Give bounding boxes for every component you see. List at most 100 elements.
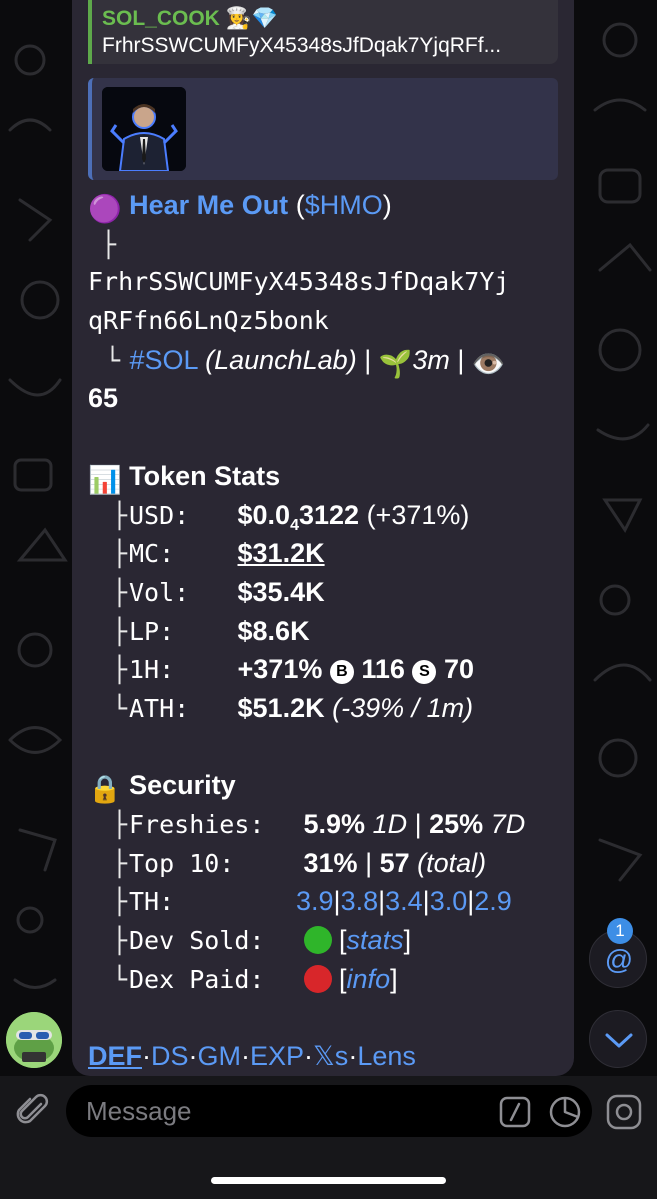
- green-status-icon: [303, 926, 332, 955]
- security-label: Freshies:: [129, 810, 265, 839]
- freshies-separator: |: [407, 809, 430, 839]
- camera-icon[interactable]: [605, 1093, 643, 1131]
- reply-quote[interactable]: SOL_COOK 👩‍🍳💎 FrhrSSWCUMFyX45348sJfDqak7…: [88, 0, 558, 64]
- tree-branch: ├: [111, 926, 127, 956]
- tree-branch: ├: [111, 887, 127, 917]
- view-count: 65: [88, 383, 119, 414]
- tree-branch: ├: [111, 577, 127, 607]
- message-body: 🟣 Hear Me Out ($HMO) ├ FrhrSSWCUMFyX4534…: [88, 186, 558, 1076]
- stat-label: Vol:: [129, 577, 190, 607]
- stat-row-mc: ├MC: $31.2K: [88, 534, 558, 573]
- top10-percent: 31%: [303, 847, 358, 878]
- ticker-open: (: [288, 190, 305, 220]
- meta-separator: |: [356, 344, 379, 375]
- security-row-top10: ├Top 10: 31% | 57 (total): [88, 844, 558, 883]
- usd-price-zero-count: 4: [290, 516, 299, 534]
- link-separator: ·: [241, 1041, 251, 1072]
- liquidity-value: $8.6K: [237, 615, 310, 646]
- token-title-line: 🟣 Hear Me Out ($HMO): [88, 186, 558, 225]
- stat-label: USD:: [129, 500, 190, 530]
- dev-sold-stats-link[interactable]: stats: [347, 925, 404, 955]
- lock-icon: 🔒: [88, 774, 122, 805]
- bracket: ]: [403, 925, 412, 956]
- platform-label: (LaunchLab): [205, 344, 357, 375]
- token-age: 3m: [412, 344, 450, 375]
- link-xs[interactable]: 𝕏s: [313, 1041, 348, 1071]
- man-in-suit-illustration: [102, 87, 186, 171]
- top-holder-link[interactable]: 3.9: [296, 886, 334, 916]
- stat-label: LP:: [129, 616, 175, 646]
- tree-branch: ├: [111, 655, 127, 685]
- bracket: ]: [390, 963, 398, 994]
- scroll-to-bottom-button[interactable]: [589, 1010, 647, 1068]
- tree-end: └: [104, 345, 120, 375]
- usd-price-prefix: $0.0: [237, 499, 291, 530]
- usd-price-digits: 3122: [298, 499, 360, 530]
- security-title: Security: [129, 770, 236, 801]
- link-separator: ·: [348, 1041, 358, 1072]
- buys-icon: B: [329, 660, 354, 685]
- stat-label: 1H:: [129, 655, 175, 685]
- stat-row-ath: └ATH: $51.2K (-39% / 1m): [88, 689, 558, 728]
- preview-thumbnail-image[interactable]: [102, 87, 186, 171]
- mentions-badge: 1: [607, 918, 633, 944]
- link-preview[interactable]: [88, 78, 558, 180]
- top-holder-link[interactable]: 2.9: [474, 886, 512, 916]
- link-ds[interactable]: DS: [151, 1041, 189, 1071]
- sender-avatar[interactable]: [6, 1012, 62, 1068]
- eye-icon: 👁️: [471, 348, 506, 379]
- tree-end: └: [111, 693, 127, 723]
- reply-sender-name: SOL_COOK 👩‍🍳💎: [102, 7, 278, 30]
- security-label: Dev Sold:: [129, 926, 265, 956]
- red-status-icon: [303, 964, 332, 993]
- link-gm[interactable]: GM: [198, 1041, 242, 1071]
- freshies-1d-label: 1D: [372, 809, 408, 839]
- message-input-placeholder: Message: [86, 1096, 192, 1126]
- svg-text:@: @: [605, 944, 633, 975]
- top10-separator: |: [357, 847, 380, 878]
- chain-hashtag-link[interactable]: #SOL: [130, 345, 198, 375]
- tree-end: └: [111, 964, 127, 994]
- frog-avatar-icon: [6, 1012, 62, 1068]
- security-row-dev-sold: ├Dev Sold: [stats]: [88, 921, 558, 960]
- stat-row-1h: ├1H: +371% B 116 S 70: [88, 650, 558, 689]
- contract-address-line-1[interactable]: FrhrSSWCUMFyX45348sJfDqak7Yj: [88, 263, 558, 302]
- market-cap-link[interactable]: $31.2K: [238, 538, 325, 568]
- stat-row-vol: ├Vol: $35.4K: [88, 573, 558, 612]
- meta-separator: |: [449, 344, 472, 375]
- stat-label: MC:: [129, 539, 175, 569]
- sells-icon: S: [412, 660, 437, 685]
- sticker-icon[interactable]: [548, 1095, 582, 1129]
- top-holder-link[interactable]: 3.8: [341, 886, 379, 916]
- top10-count: 57: [379, 847, 410, 878]
- ath-value: $51.2K: [237, 692, 325, 723]
- link-exp[interactable]: EXP: [250, 1041, 304, 1071]
- contract-address-line-2[interactable]: qRFfn66LnQz5bonk: [88, 302, 558, 341]
- bracket: [: [339, 925, 347, 956]
- top-holder-link[interactable]: 3.0: [430, 886, 468, 916]
- usd-price-change: (+371%): [359, 499, 470, 530]
- security-row-dex-paid: └Dex Paid: [info]: [88, 960, 558, 999]
- token-ticker-link[interactable]: $HMO: [305, 190, 383, 220]
- tree-branch: ├: [111, 848, 127, 878]
- freshies-1d-value: 5.9%: [303, 809, 366, 839]
- one-hour-buys: 116: [361, 654, 405, 685]
- top-holder-link[interactable]: 3.4: [385, 886, 423, 916]
- home-indicator[interactable]: [211, 1177, 446, 1184]
- link-def[interactable]: DEF: [88, 1041, 142, 1071]
- token-meta-line: └ #SOL (LaunchLab) | 🌱3m | 👁️: [88, 341, 558, 380]
- paperclip-icon[interactable]: [14, 1092, 52, 1130]
- slash-command-icon[interactable]: [499, 1096, 531, 1128]
- bracket: [: [339, 963, 347, 994]
- dex-paid-info-link[interactable]: info: [347, 964, 391, 994]
- th-separator: |: [422, 886, 430, 917]
- token-name-link[interactable]: Hear Me Out: [129, 190, 288, 220]
- purple-circle-icon: 🟣: [88, 194, 122, 224]
- link-separator: ·: [142, 1041, 151, 1072]
- security-heading: 🔒 Security: [88, 766, 558, 805]
- security-label: TH:: [129, 887, 175, 917]
- tree-branch: ├: [111, 810, 127, 839]
- volume-value: $35.4K: [237, 576, 325, 607]
- link-lens[interactable]: Lens: [357, 1041, 416, 1071]
- one-hour-change: +371%: [237, 654, 323, 685]
